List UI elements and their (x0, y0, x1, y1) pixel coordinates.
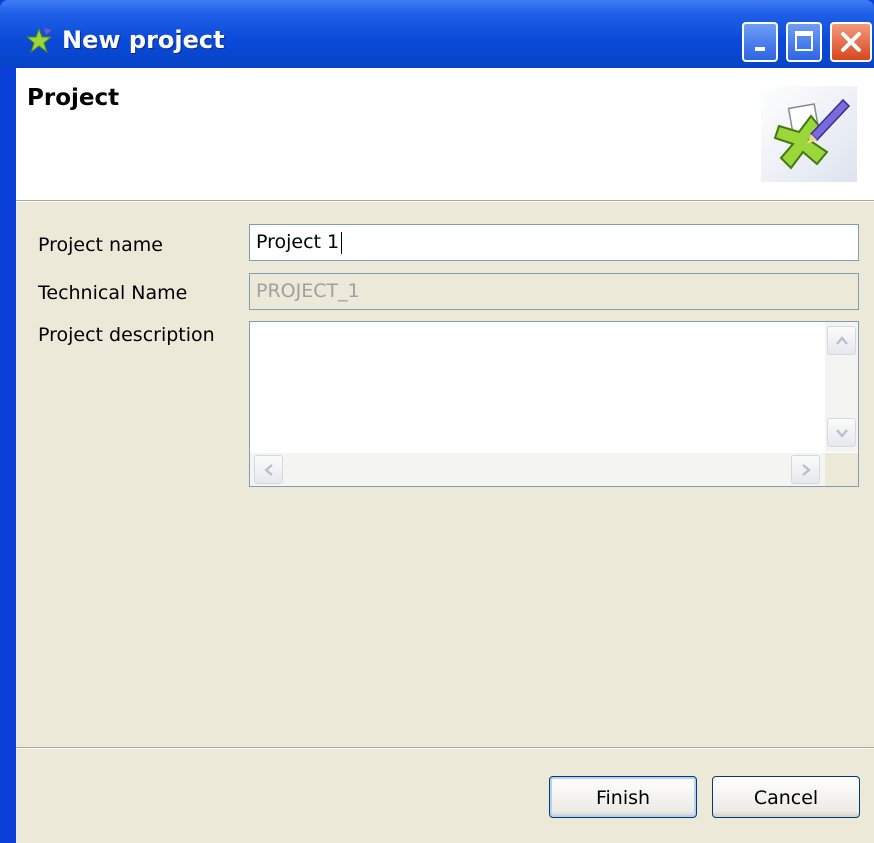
wizard-header: Project (16, 68, 874, 200)
project-name-value: Project 1 (256, 231, 340, 253)
scrollbar-corner (825, 453, 858, 486)
scroll-down-button[interactable] (827, 418, 856, 447)
talend-star-icon (25, 27, 53, 54)
chevron-right-icon (802, 464, 811, 476)
title-bar[interactable]: New project (0, 0, 874, 68)
project-description-textarea[interactable] (249, 321, 859, 487)
technical-name-value: PROJECT_1 (256, 280, 360, 302)
cancel-button[interactable]: Cancel (712, 776, 860, 818)
footer-separator (16, 747, 874, 749)
scroll-up-button[interactable] (827, 326, 856, 355)
project-name-input[interactable]: Project 1 (249, 224, 859, 261)
maximize-button[interactable] (786, 22, 822, 62)
scroll-right-button[interactable] (791, 455, 820, 484)
chevron-up-icon (836, 336, 848, 345)
header-separator (16, 200, 874, 202)
minimize-button[interactable] (742, 22, 778, 62)
page-title: Project (27, 85, 120, 111)
close-icon (841, 32, 861, 52)
chevron-down-icon (836, 429, 848, 438)
dialog-body: Project Project name Technical Name Proj… (16, 68, 874, 843)
project-description-label: Project description (38, 324, 215, 346)
scroll-left-button[interactable] (254, 455, 283, 484)
new-project-window: New project Project Project name Technic… (0, 0, 874, 843)
project-name-label: Project name (38, 234, 163, 256)
maximize-icon (795, 31, 813, 51)
horizontal-scrollbar[interactable] (250, 453, 826, 486)
window-title: New project (62, 26, 225, 54)
close-button[interactable] (830, 22, 872, 62)
vertical-scrollbar[interactable] (825, 322, 858, 452)
minimize-icon (755, 47, 765, 51)
technical-name-input: PROJECT_1 (249, 273, 859, 310)
wizard-banner-icon (761, 86, 857, 182)
chevron-left-icon (264, 464, 273, 476)
technical-name-label: Technical Name (38, 282, 188, 304)
finish-button[interactable]: Finish (549, 776, 697, 818)
text-caret (341, 231, 343, 254)
